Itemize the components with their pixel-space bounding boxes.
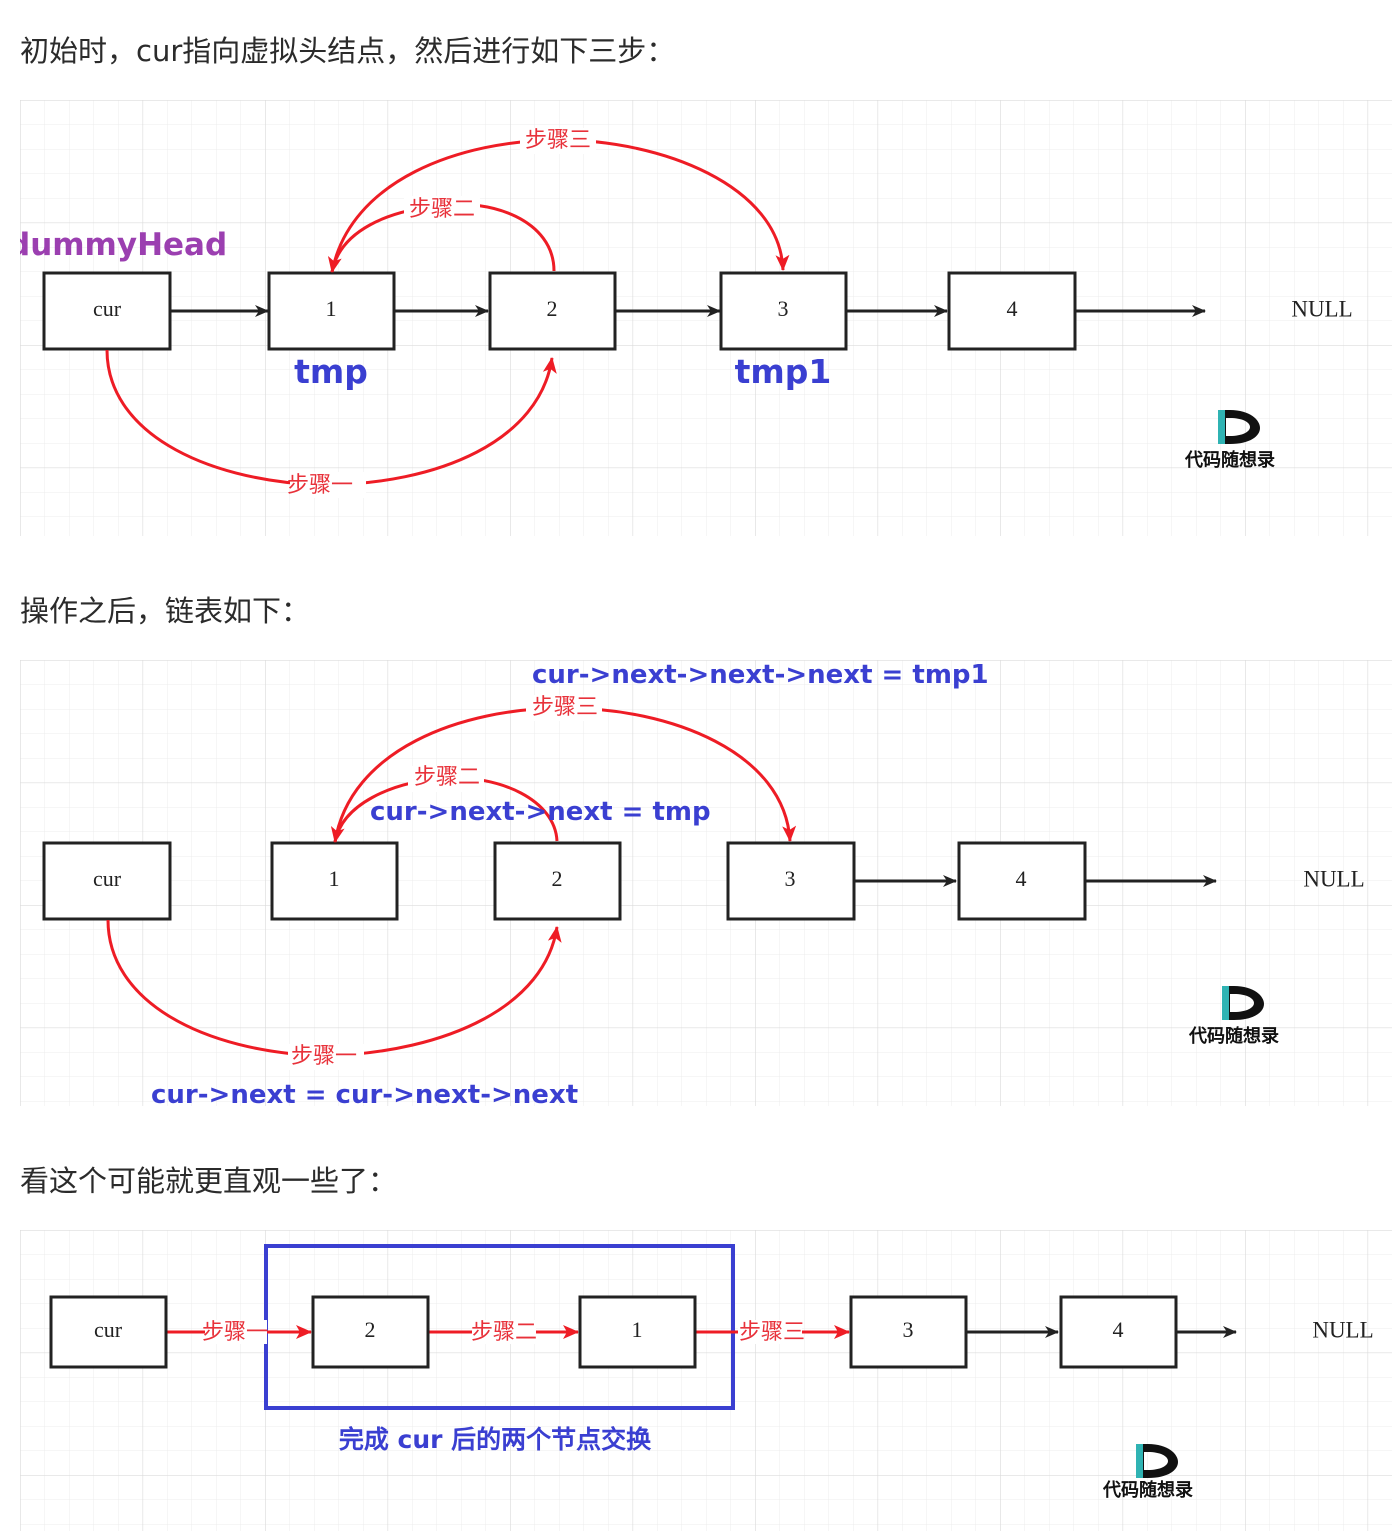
step2-label: 步骤二 [414, 765, 480, 790]
svg-text:1: 1 [326, 296, 337, 321]
svg-text:cur: cur [93, 296, 122, 321]
svg-text:cur: cur [94, 1317, 123, 1342]
node-4: 4 [957, 841, 1087, 921]
node-3: 3 [719, 271, 848, 351]
step1-label: 步骤一 [291, 1044, 357, 1069]
tmp1-label: tmp1 [735, 352, 832, 391]
node-1: 1 [578, 1295, 697, 1369]
step1-label: 步骤一 [287, 473, 353, 498]
svg-text:3: 3 [785, 866, 796, 891]
node-2: 2 [311, 1295, 430, 1369]
node-2: 2 [493, 841, 622, 921]
svg-text:4: 4 [1016, 866, 1027, 891]
svg-text:2: 2 [552, 866, 563, 891]
node-cur: cur [49, 1295, 168, 1369]
code-step3: cur->next->next->next = tmp1 [532, 660, 989, 690]
step3-label: 步骤三 [525, 128, 591, 153]
null-label: NULL [1312, 1317, 1373, 1342]
svg-text:3: 3 [903, 1317, 914, 1342]
svg-text:2: 2 [365, 1317, 376, 1342]
svg-text:3: 3 [778, 296, 789, 321]
intuitive-paragraph: 看这个可能就更直观一些了： [20, 1164, 398, 1198]
null-label: NULL [1303, 866, 1364, 891]
svg-text:代码随想录: 代码随想录 [1102, 1479, 1193, 1501]
svg-text:4: 4 [1007, 296, 1018, 321]
swap-caption: 完成 cur 后的两个节点交换 [339, 1425, 652, 1454]
diagram-initial-state: cur 1 2 3 4 NULL 步骤一 步骤二 步骤三 dummyHead t… [20, 100, 1392, 536]
step2-label: 步骤二 [409, 197, 475, 222]
svg-text:2: 2 [547, 296, 558, 321]
diagram-intuitive-view: 步骤一 步骤二 步骤三 cur 2 1 3 4 NULL 完成 cur 后的两个… [20, 1230, 1392, 1531]
node-4: 4 [1059, 1295, 1178, 1369]
step3-label: 步骤三 [532, 695, 598, 720]
svg-text:cur: cur [93, 866, 122, 891]
null-label: NULL [1291, 296, 1352, 321]
node-cur: cur [42, 841, 172, 921]
svg-text:代码随想录: 代码随想录 [1184, 449, 1275, 471]
node-1: 1 [270, 841, 399, 921]
intro-paragraph: 初始时，cur指向虚拟头结点，然后进行如下三步： [20, 34, 676, 68]
node-3: 3 [726, 841, 856, 921]
code-step1: cur->next = cur->next->next [151, 1080, 578, 1106]
code-step2: cur->next->next = tmp [370, 797, 711, 827]
node-4: 4 [947, 271, 1077, 351]
step1-label: 步骤一 [202, 1320, 268, 1345]
step2-label: 步骤二 [471, 1320, 537, 1345]
node-1: 1 [267, 271, 396, 351]
node-2: 2 [488, 271, 617, 351]
diagram-after-operation: cur 1 2 3 4 NULL 步骤一 步骤二 步骤三 cur->next->… [20, 660, 1392, 1106]
svg-text:4: 4 [1113, 1317, 1124, 1342]
node-3: 3 [849, 1295, 968, 1369]
step3-label: 步骤三 [739, 1320, 805, 1345]
after-paragraph: 操作之后，链表如下： [20, 594, 311, 628]
grid-background [20, 660, 1392, 1106]
tmp-label: tmp [294, 352, 368, 391]
svg-text:1: 1 [632, 1317, 643, 1342]
dummyhead-label: dummyHead [20, 227, 227, 263]
svg-text:代码随想录: 代码随想录 [1188, 1025, 1279, 1047]
node-cur: cur [42, 271, 172, 351]
svg-text:1: 1 [329, 866, 340, 891]
